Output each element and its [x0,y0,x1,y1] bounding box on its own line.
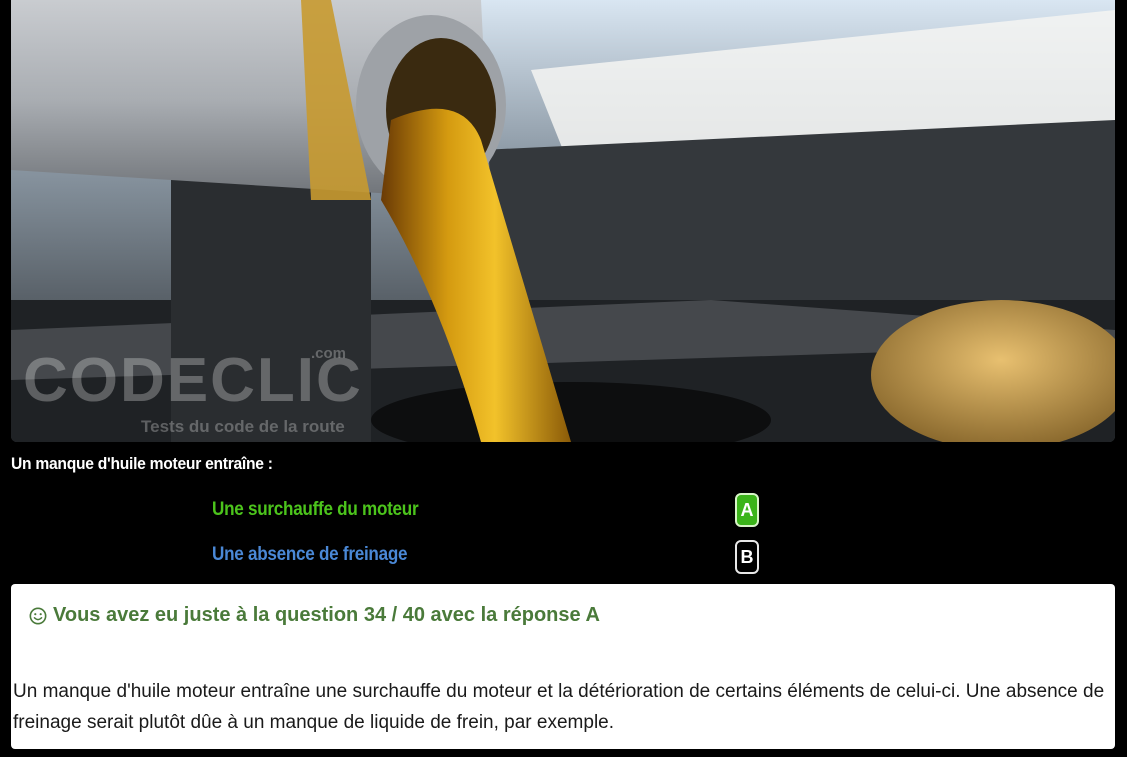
answer-a-text: Une surchauffe du moteur [212,499,419,520]
watermark: CODECLIC .com Tests du code de la route [23,345,363,436]
watermark-domain: .com [311,345,347,362]
feedback-explanation: Un manque d'huile moteur entraîne une su… [13,681,1105,733]
answer-a-button[interactable]: A [735,493,759,527]
feedback-title-text: Vous avez eu juste à la question 34 / 40… [53,604,600,626]
question-text: Un manque d'huile moteur entraîne : [11,454,273,473]
answer-b-text: Une absence de freinage [212,544,408,565]
feedback-panel: Vous avez eu juste à la question 34 / 40… [11,584,1115,749]
question-photo: CODECLIC .com Tests du code de la route [11,0,1115,442]
watermark-tagline: Tests du code de la route [141,417,345,436]
smile-icon [29,607,47,624]
answer-b-button[interactable]: B [735,540,759,574]
feedback-title: Vous avez eu juste à la question 34 / 40… [29,604,600,627]
